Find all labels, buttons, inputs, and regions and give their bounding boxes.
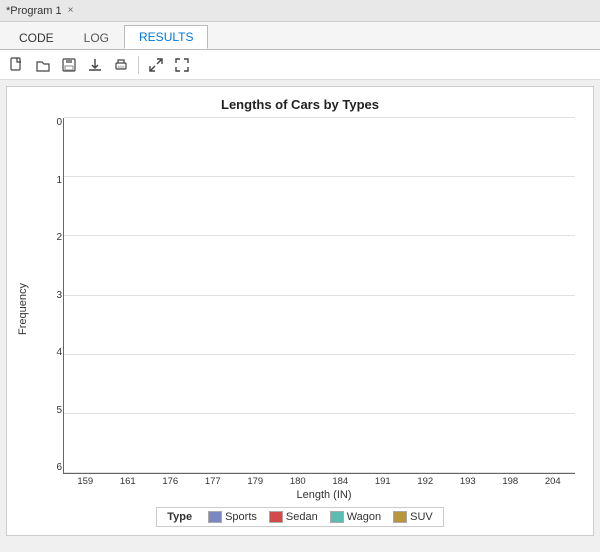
title-bar-text: *Program 1 <box>6 5 62 17</box>
x-label: 191 <box>365 474 402 487</box>
chart-title: Lengths of Cars by Types <box>221 97 379 112</box>
legend-label-sports: Sports <box>225 511 257 523</box>
legend-swatch-sedan <box>269 511 283 523</box>
x-label: 159 <box>67 474 104 487</box>
plot-area: 6543210 <box>63 118 575 474</box>
x-label: 176 <box>152 474 189 487</box>
y-tick-label: 4 <box>32 348 62 358</box>
fullscreen-icon[interactable] <box>171 54 193 76</box>
tab-code[interactable]: CODE <box>4 25 69 49</box>
gridline <box>64 472 575 473</box>
legend-item-sports: Sports <box>208 511 257 523</box>
x-label: 179 <box>237 474 274 487</box>
chart-container: Lengths of Cars by Types Frequency 6 5 4 3 2… <box>6 86 594 536</box>
toolbar <box>0 50 600 80</box>
gridline <box>64 235 575 236</box>
tab-log[interactable]: LOG <box>69 25 124 49</box>
legend-label-suv: SUV <box>410 511 433 523</box>
legend-label-wagon: Wagon <box>347 511 381 523</box>
x-label: 192 <box>407 474 444 487</box>
legend-title: Type <box>167 511 192 523</box>
gridline <box>64 295 575 296</box>
toolbar-separator <box>138 56 139 74</box>
x-axis-title: Length (IN) <box>63 489 585 501</box>
y-axis-label: Frequency <box>15 118 31 501</box>
legend-swatch-sports <box>208 511 222 523</box>
print-icon[interactable] <box>110 54 132 76</box>
x-label: 204 <box>535 474 572 487</box>
x-label: 177 <box>195 474 232 487</box>
y-tick-label: 5 <box>32 406 62 416</box>
save-icon[interactable] <box>58 54 80 76</box>
chart-legend: Type Sports Sedan Wagon SUV <box>156 507 444 527</box>
chart-inner: 6 5 4 3 2 1 0 159 161 176 177 179 180 184 191 192 193 19… <box>33 118 585 501</box>
y-tick-label: 3 <box>32 291 62 301</box>
legend-swatch-wagon <box>330 511 344 523</box>
new-icon[interactable] <box>6 54 28 76</box>
x-label: 180 <box>280 474 317 487</box>
legend-label-sedan: Sedan <box>286 511 318 523</box>
x-label: 193 <box>450 474 487 487</box>
x-label: 198 <box>492 474 529 487</box>
download-icon[interactable] <box>84 54 106 76</box>
gridline <box>64 176 575 177</box>
y-tick-label: 2 <box>32 233 62 243</box>
chart-area: Frequency 6543210 1591611761771791801841… <box>15 118 585 501</box>
x-label: 161 <box>110 474 147 487</box>
title-bar: *Program 1 × <box>0 0 600 22</box>
y-tick-label: 1 <box>32 176 62 186</box>
x-label: 184 <box>322 474 359 487</box>
y-ticks: 6 5 4 3 2 1 0 <box>32 118 62 473</box>
legend-swatch-suv <box>393 511 407 523</box>
legend-item-suv: SUV <box>393 511 433 523</box>
x-labels: 159 161 176 177 179 180 184 191 192 193 198 204 <box>63 474 575 487</box>
close-icon[interactable]: × <box>68 5 74 16</box>
open-icon[interactable] <box>32 54 54 76</box>
gridline <box>64 354 575 355</box>
gridline <box>64 413 575 414</box>
gridline <box>64 117 575 118</box>
bars-area <box>64 118 575 473</box>
expand-icon[interactable] <box>145 54 167 76</box>
y-tick-label: 6 <box>32 463 62 473</box>
legend-item-wagon: Wagon <box>330 511 381 523</box>
tabs-row: CODE LOG RESULTS <box>0 22 600 50</box>
legend-item-sedan: Sedan <box>269 511 318 523</box>
y-tick-label: 0 <box>32 118 62 128</box>
tab-results[interactable]: RESULTS <box>124 25 208 49</box>
